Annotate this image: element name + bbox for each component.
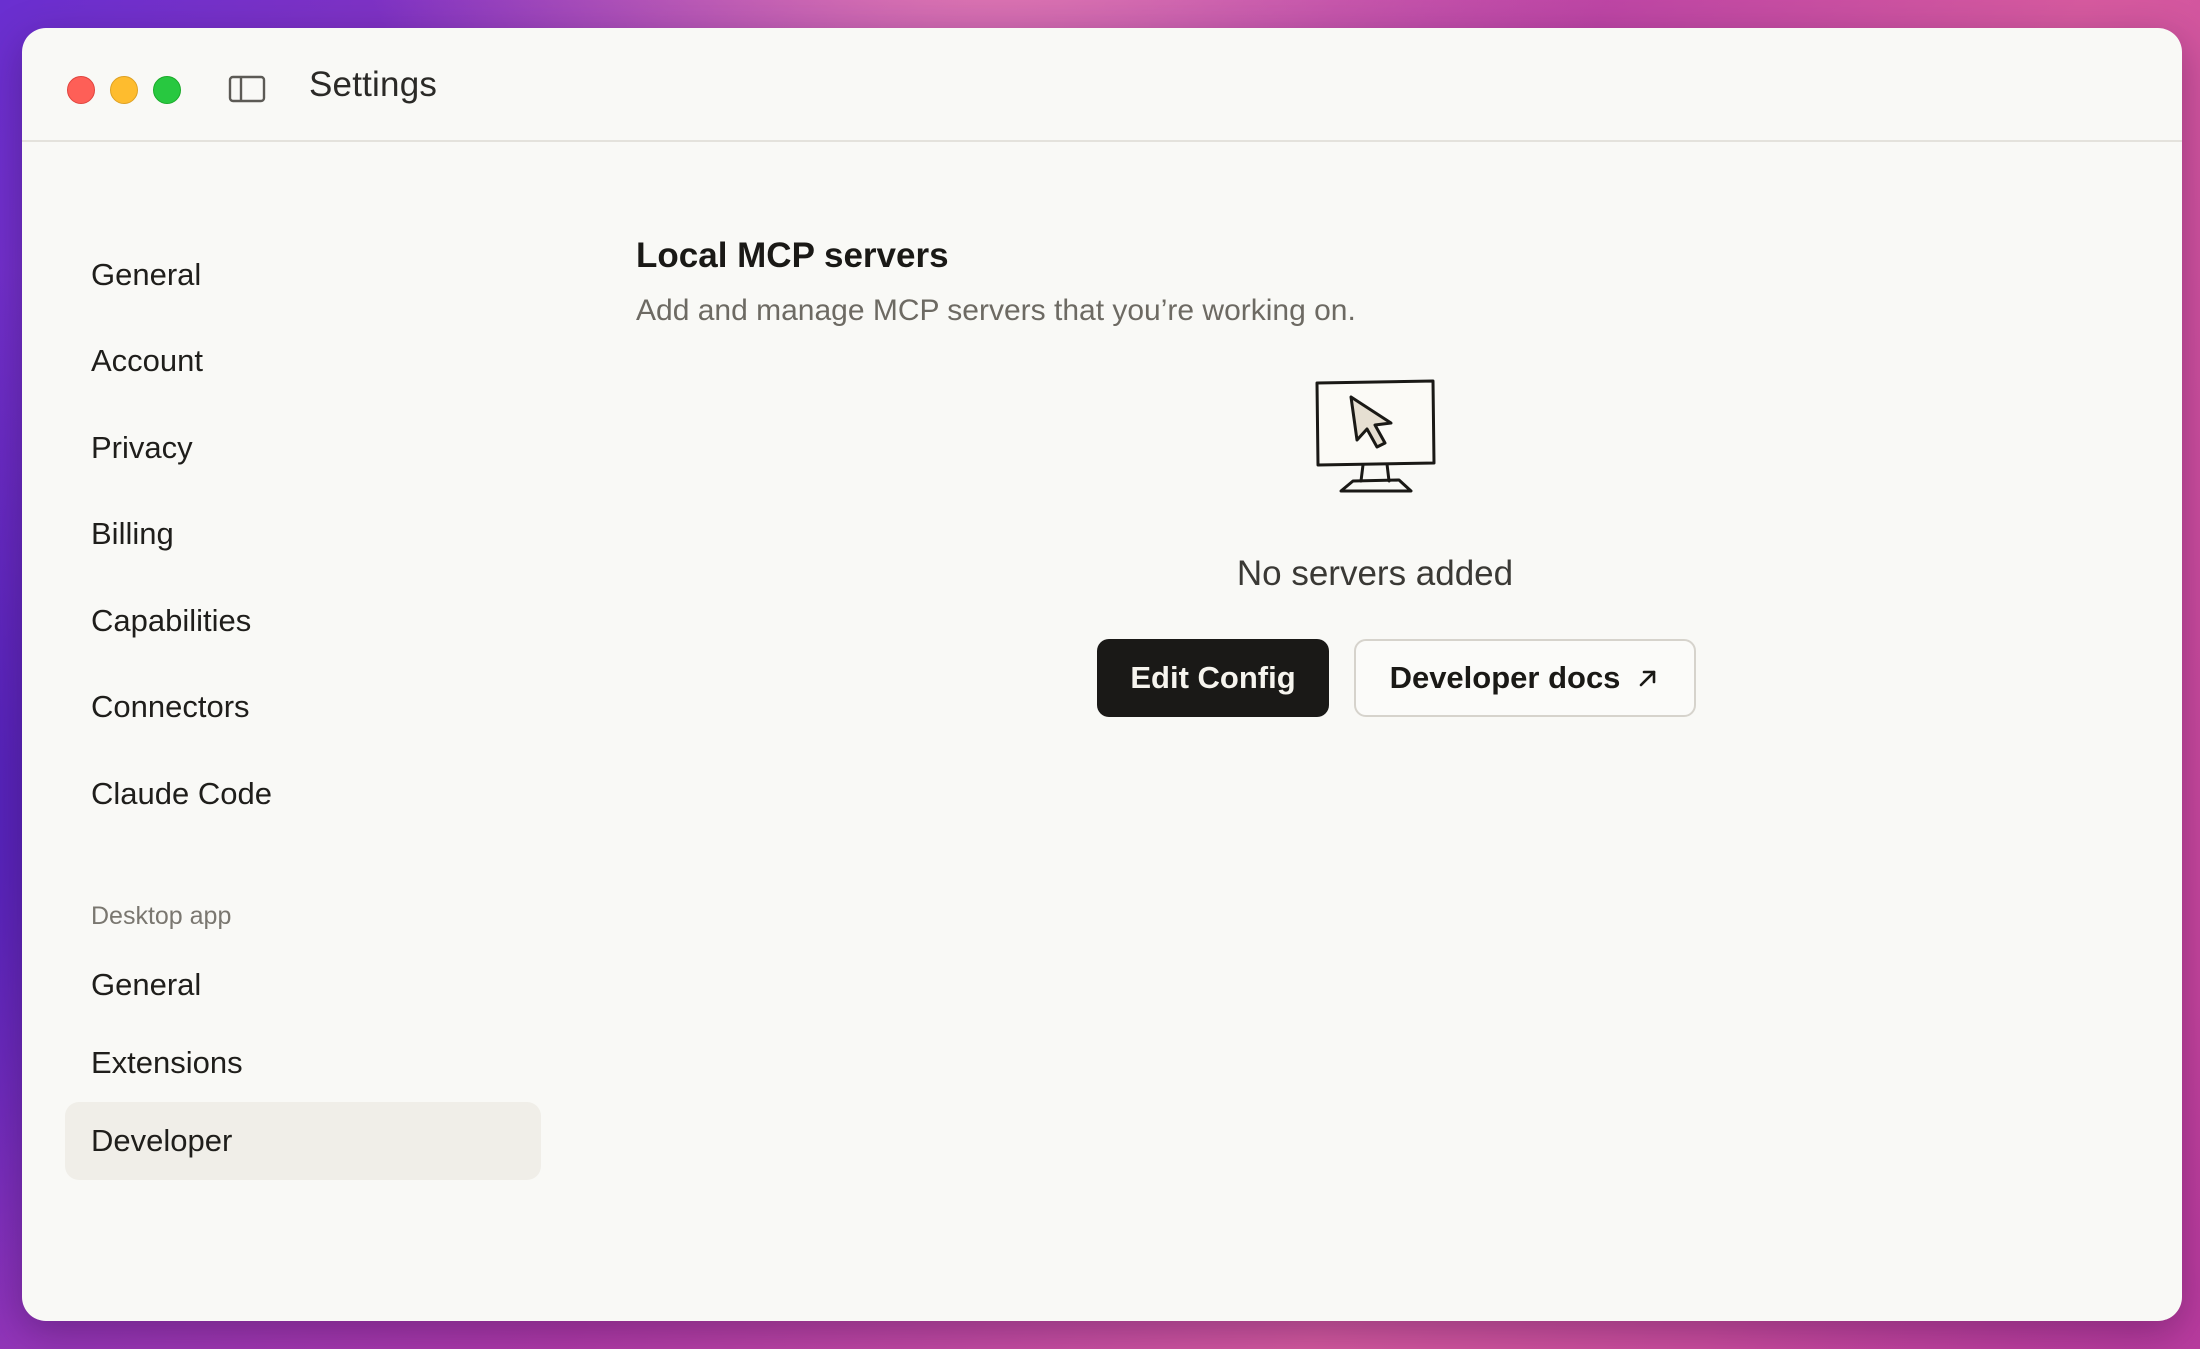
page-subtitle: Add and manage MCP servers that you’re w… <box>636 294 1356 327</box>
developer-docs-label: Developer docs <box>1389 660 1621 695</box>
sidebar-item-developer[interactable]: Developer <box>65 1102 541 1180</box>
title-bar: Settings <box>22 28 2182 142</box>
monitor-cursor-icon <box>1313 377 1437 499</box>
close-window-button[interactable] <box>67 76 95 104</box>
window-title: Settings <box>309 65 438 104</box>
sidebar-item-capabilities[interactable]: Capabilities <box>65 582 541 660</box>
sidebar-item-billing[interactable]: Billing <box>65 495 541 573</box>
zoom-window-button[interactable] <box>153 76 181 104</box>
page-title: Local MCP servers <box>636 236 949 275</box>
sidebar-item-desktop-general[interactable]: General <box>65 946 541 1024</box>
developer-docs-button[interactable]: Developer docs <box>1354 639 1696 717</box>
sidebar-item-general[interactable]: General <box>65 236 541 314</box>
sidebar-toggle-icon[interactable] <box>228 73 266 105</box>
sidebar-section-label-desktop-app: Desktop app <box>91 902 232 930</box>
minimize-window-button[interactable] <box>110 76 138 104</box>
sidebar-item-extensions[interactable]: Extensions <box>65 1024 541 1102</box>
settings-sidebar: General Account Privacy Billing Capabili… <box>22 142 582 1321</box>
main-content: Local MCP servers Add and manage MCP ser… <box>636 142 2182 1321</box>
sidebar-item-account[interactable]: Account <box>65 322 541 400</box>
sidebar-item-privacy[interactable]: Privacy <box>65 409 541 487</box>
empty-state-text: No servers added <box>1236 554 1514 593</box>
settings-window: Settings General Account Privacy Billing… <box>22 28 2182 1321</box>
edit-config-button[interactable]: Edit Config <box>1097 639 1329 717</box>
external-link-arrow-icon <box>1640 670 1656 687</box>
sidebar-item-connectors[interactable]: Connectors <box>65 668 541 746</box>
sidebar-item-claude-code[interactable]: Claude Code <box>65 755 541 833</box>
